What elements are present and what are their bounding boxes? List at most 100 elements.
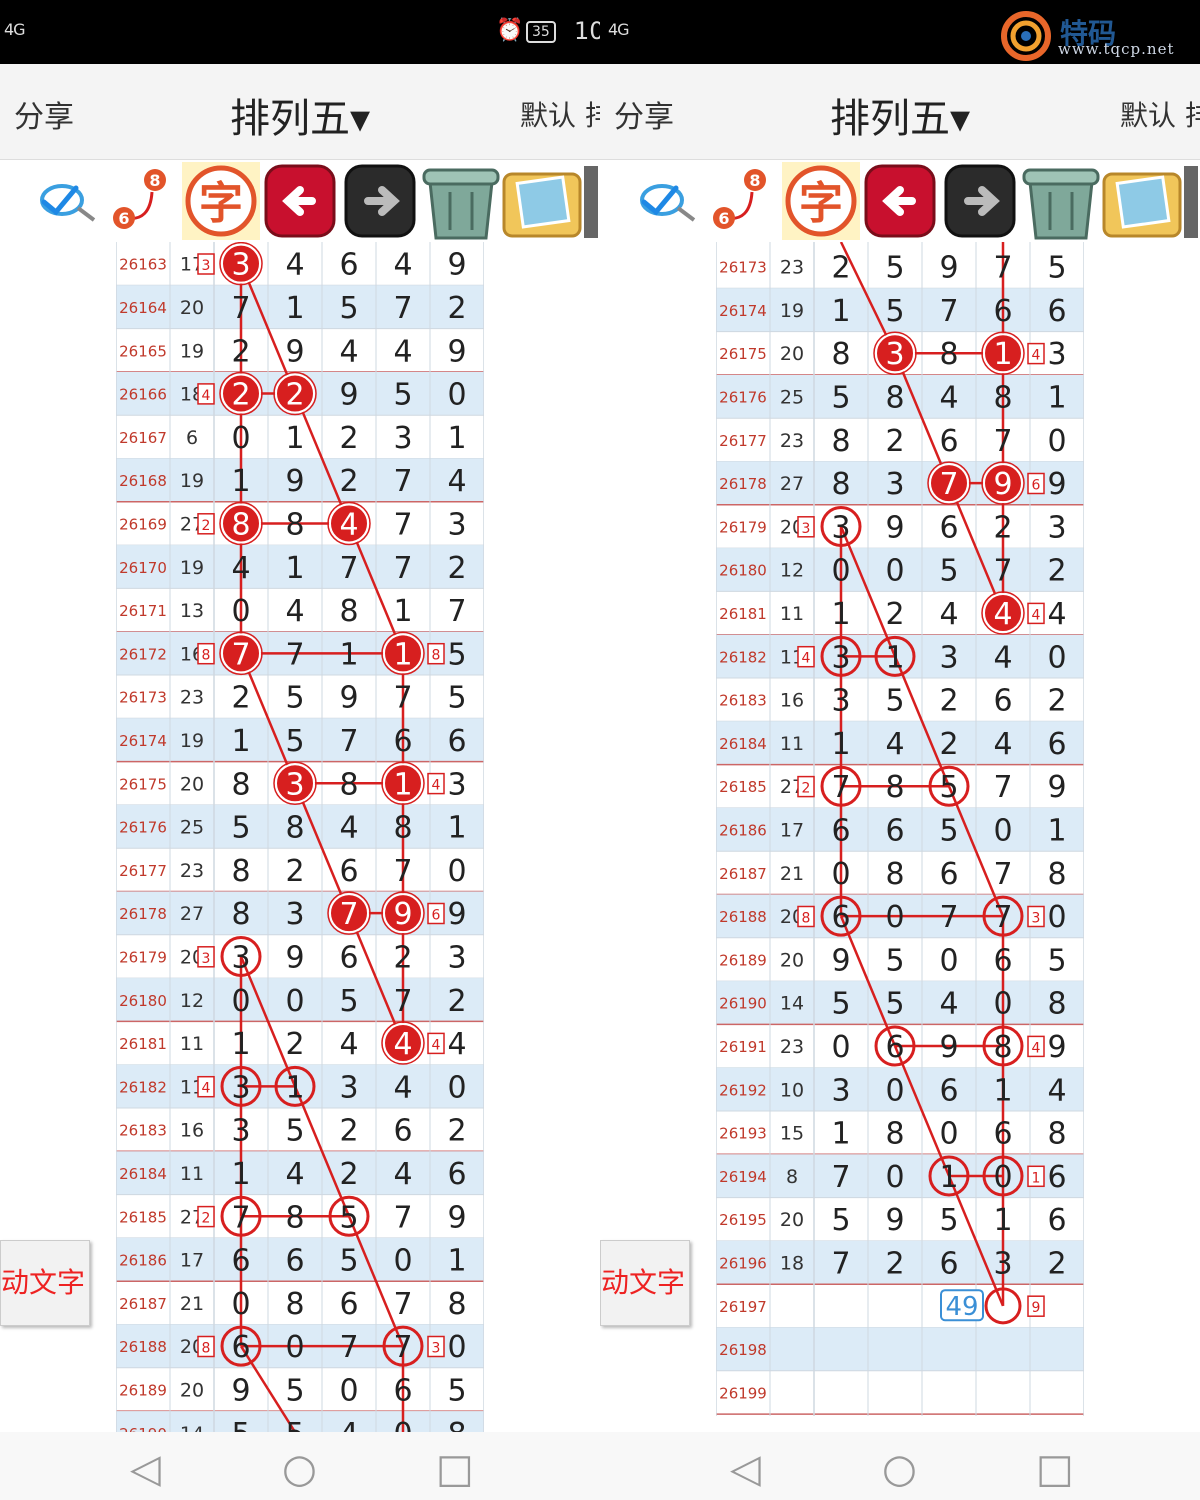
home-nav-icon[interactable]: ○ [882,1446,917,1492]
note-value: 2 [202,518,211,534]
default-button[interactable]: 默认 排 [1120,94,1200,134]
digit-cell: 4 [447,464,466,499]
sum-value: 23 [780,430,804,452]
digit-cell: 7 [393,1200,412,1235]
svg-text:6: 6 [118,209,129,228]
split-screen: 4G ⏰ 35 10 分享 排列五▾ 默认 排 86字 26163 17 3 3 4 6 4… [0,0,1200,1500]
digit-cell: 1 [831,727,850,762]
digit-cell: 6 [393,724,412,759]
digit-cell: 6 [231,1330,250,1365]
digit-cell: 4 [285,248,304,283]
share-button[interactable]: 分享 [614,92,674,136]
float-text-button[interactable]: 动文字 [600,1240,690,1326]
digit-cell: 1 [993,337,1012,372]
back-nav-icon[interactable]: ◁ [130,1446,161,1492]
digit-cell: 2 [1047,1247,1066,1282]
issue-number: 26188 [719,908,767,926]
note-value: 9 [1032,1300,1041,1316]
digit-cell: 1 [285,291,304,326]
digit-cell: 3 [231,248,250,283]
digit-cell: 2 [1047,684,1066,719]
signal-icon: 4G [608,20,630,39]
issue-number: 26180 [719,562,767,580]
digit-cell: 5 [939,554,958,589]
search-check-icon[interactable] [40,184,96,222]
digit-cell: 6 [831,814,850,849]
sum-value: 20 [780,1209,804,1231]
back-arrow-icon[interactable] [864,164,936,238]
trash-can-icon[interactable] [1022,168,1100,240]
share-button[interactable]: 分享 [14,92,74,136]
sum-value: 27 [780,473,804,495]
home-nav-icon[interactable]: ○ [282,1446,317,1492]
digit-cell: 8 [1047,1117,1066,1152]
digit-cell: 9 [939,251,958,286]
issue-number: 26181 [119,1035,167,1053]
digit-cell: 7 [339,1330,358,1365]
digit-cell: 4 [231,551,250,586]
digit-cell: 8 [231,767,250,802]
sum-value: 19 [180,470,204,492]
float-text-button[interactable]: 动文字 [0,1240,90,1326]
issue-number: 26177 [119,862,167,880]
sum-value: 11 [180,1033,204,1055]
digit-cell: 4 [939,597,958,632]
digit-cell: 4 [393,248,412,283]
back-arrow-icon[interactable] [264,164,336,238]
forward-arrow-icon[interactable] [944,164,1016,238]
digit-cell: 9 [393,897,412,932]
digit-cell: 4 [393,1027,412,1062]
digit-cell: 7 [831,1247,850,1282]
trash-can-icon[interactable] [422,168,500,240]
note-value: 4 [1032,607,1041,623]
issue-number: 26179 [119,948,167,966]
search-check-icon[interactable] [640,184,696,222]
digit-cell: 0 [1047,640,1066,675]
number-68-icon[interactable]: 86 [113,169,166,229]
digit-cell: 5 [939,814,958,849]
digit-cell: 1 [1047,814,1066,849]
photo-album-icon[interactable] [502,166,598,238]
digit-cell: 3 [831,640,850,675]
digit-cell: 7 [231,637,250,672]
forward-arrow-icon[interactable] [344,164,416,238]
digit-cell: 5 [285,1373,304,1408]
recents-nav-icon[interactable]: □ [436,1446,474,1492]
default-button[interactable]: 默认 排 [520,94,600,134]
issue-number: 26173 [719,259,767,277]
digit-cell: 6 [447,1157,466,1192]
lottery-selector[interactable]: 排列五▾ [830,86,970,144]
digit-cell: 1 [231,464,250,499]
digit-cell: 4 [393,334,412,369]
digit-cell: 9 [885,1203,904,1238]
lottery-selector[interactable]: 排列五▾ [230,86,370,144]
number-grid: 26173 23 2 5 9 7 5 26174 19 1 5 7 6 6 26175 20 8 3 8 1 3 4 261… [716,242,1084,1417]
digit-cell: 7 [993,251,1012,286]
recents-nav-icon[interactable]: □ [1036,1446,1074,1492]
digit-cell: 4 [885,727,904,762]
sum-value: 23 [180,687,204,709]
digit-cell: 8 [285,507,304,542]
issue-number: 26183 [119,1122,167,1140]
back-nav-icon[interactable]: ◁ [730,1446,761,1492]
digit-cell: 0 [885,1160,904,1195]
photo-album-icon[interactable] [1102,166,1198,238]
digit-cell: 5 [231,1417,250,1432]
note-value: 3 [202,951,211,967]
digit-cell: 1 [231,724,250,759]
sum-value: 23 [180,860,204,882]
issue-number: 26164 [119,299,167,317]
digit-cell: 2 [339,1157,358,1192]
digit-cell: 7 [393,1330,412,1365]
digit-cell: 7 [339,551,358,586]
sum-value: 20 [780,949,804,971]
watermark-url: www.tqcp.net [1058,40,1175,58]
digit-cell: 3 [231,1114,250,1149]
number-68-icon[interactable]: 86 [713,169,766,229]
zi-character-icon[interactable]: 字 [782,162,860,240]
digit-cell: 3 [339,1070,358,1105]
digit-cell: 4 [1047,1073,1066,1108]
sum-value: 20 [780,343,804,365]
zi-character-icon[interactable]: 字 [182,162,260,240]
digit-cell: 5 [939,1203,958,1238]
